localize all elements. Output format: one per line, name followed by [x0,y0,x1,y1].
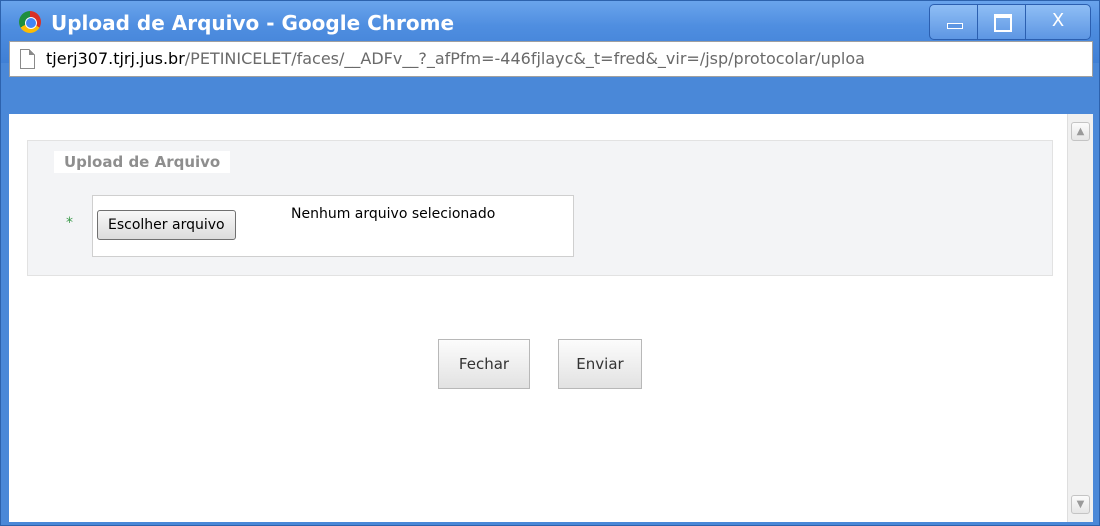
window-title: Upload de Arquivo - Google Chrome [51,11,455,35]
minimize-icon [947,23,963,29]
maximize-icon [994,14,1012,32]
browser-window: Upload de Arquivo - Google Chrome X tjer… [0,0,1100,526]
url-path: /PETINICELET/faces/__ADFv__?_afPfm=-446f… [184,49,865,68]
scroll-up-icon[interactable]: ▲ [1071,122,1090,141]
choose-file-button[interactable]: Escolher arquivo [97,210,236,240]
page-content: Upload de Arquivo * Escolher arquivo Nen… [9,114,1093,522]
close-dialog-button[interactable]: Fechar [438,339,530,389]
chrome-icon [19,11,41,33]
close-button[interactable]: X [1026,5,1090,39]
scroll-down-icon[interactable]: ▼ [1071,495,1090,514]
url-text[interactable]: tjerj307.tjrj.jus.br/PETINICELET/faces/_… [46,42,865,76]
window-controls: X [929,4,1091,40]
fieldset-legend: Upload de Arquivo [54,151,231,173]
maximize-button[interactable] [978,5,1026,39]
url-host: tjerj307.tjrj.jus.br [46,49,185,68]
required-marker: * [66,215,73,231]
file-input[interactable]: Escolher arquivo Nenhum arquivo selecion… [92,195,574,257]
page-icon [20,49,35,69]
close-icon: X [1051,10,1065,31]
vertical-scrollbar[interactable]: ▲ ▼ [1067,114,1093,522]
minimize-button[interactable] [930,5,978,39]
address-bar[interactable]: tjerj307.tjrj.jus.br/PETINICELET/faces/_… [9,41,1093,77]
send-button[interactable]: Enviar [558,339,642,389]
upload-fieldset: Upload de Arquivo * Escolher arquivo Nen… [27,140,1053,276]
file-status-text: Nenhum arquivo selecionado [291,206,496,222]
